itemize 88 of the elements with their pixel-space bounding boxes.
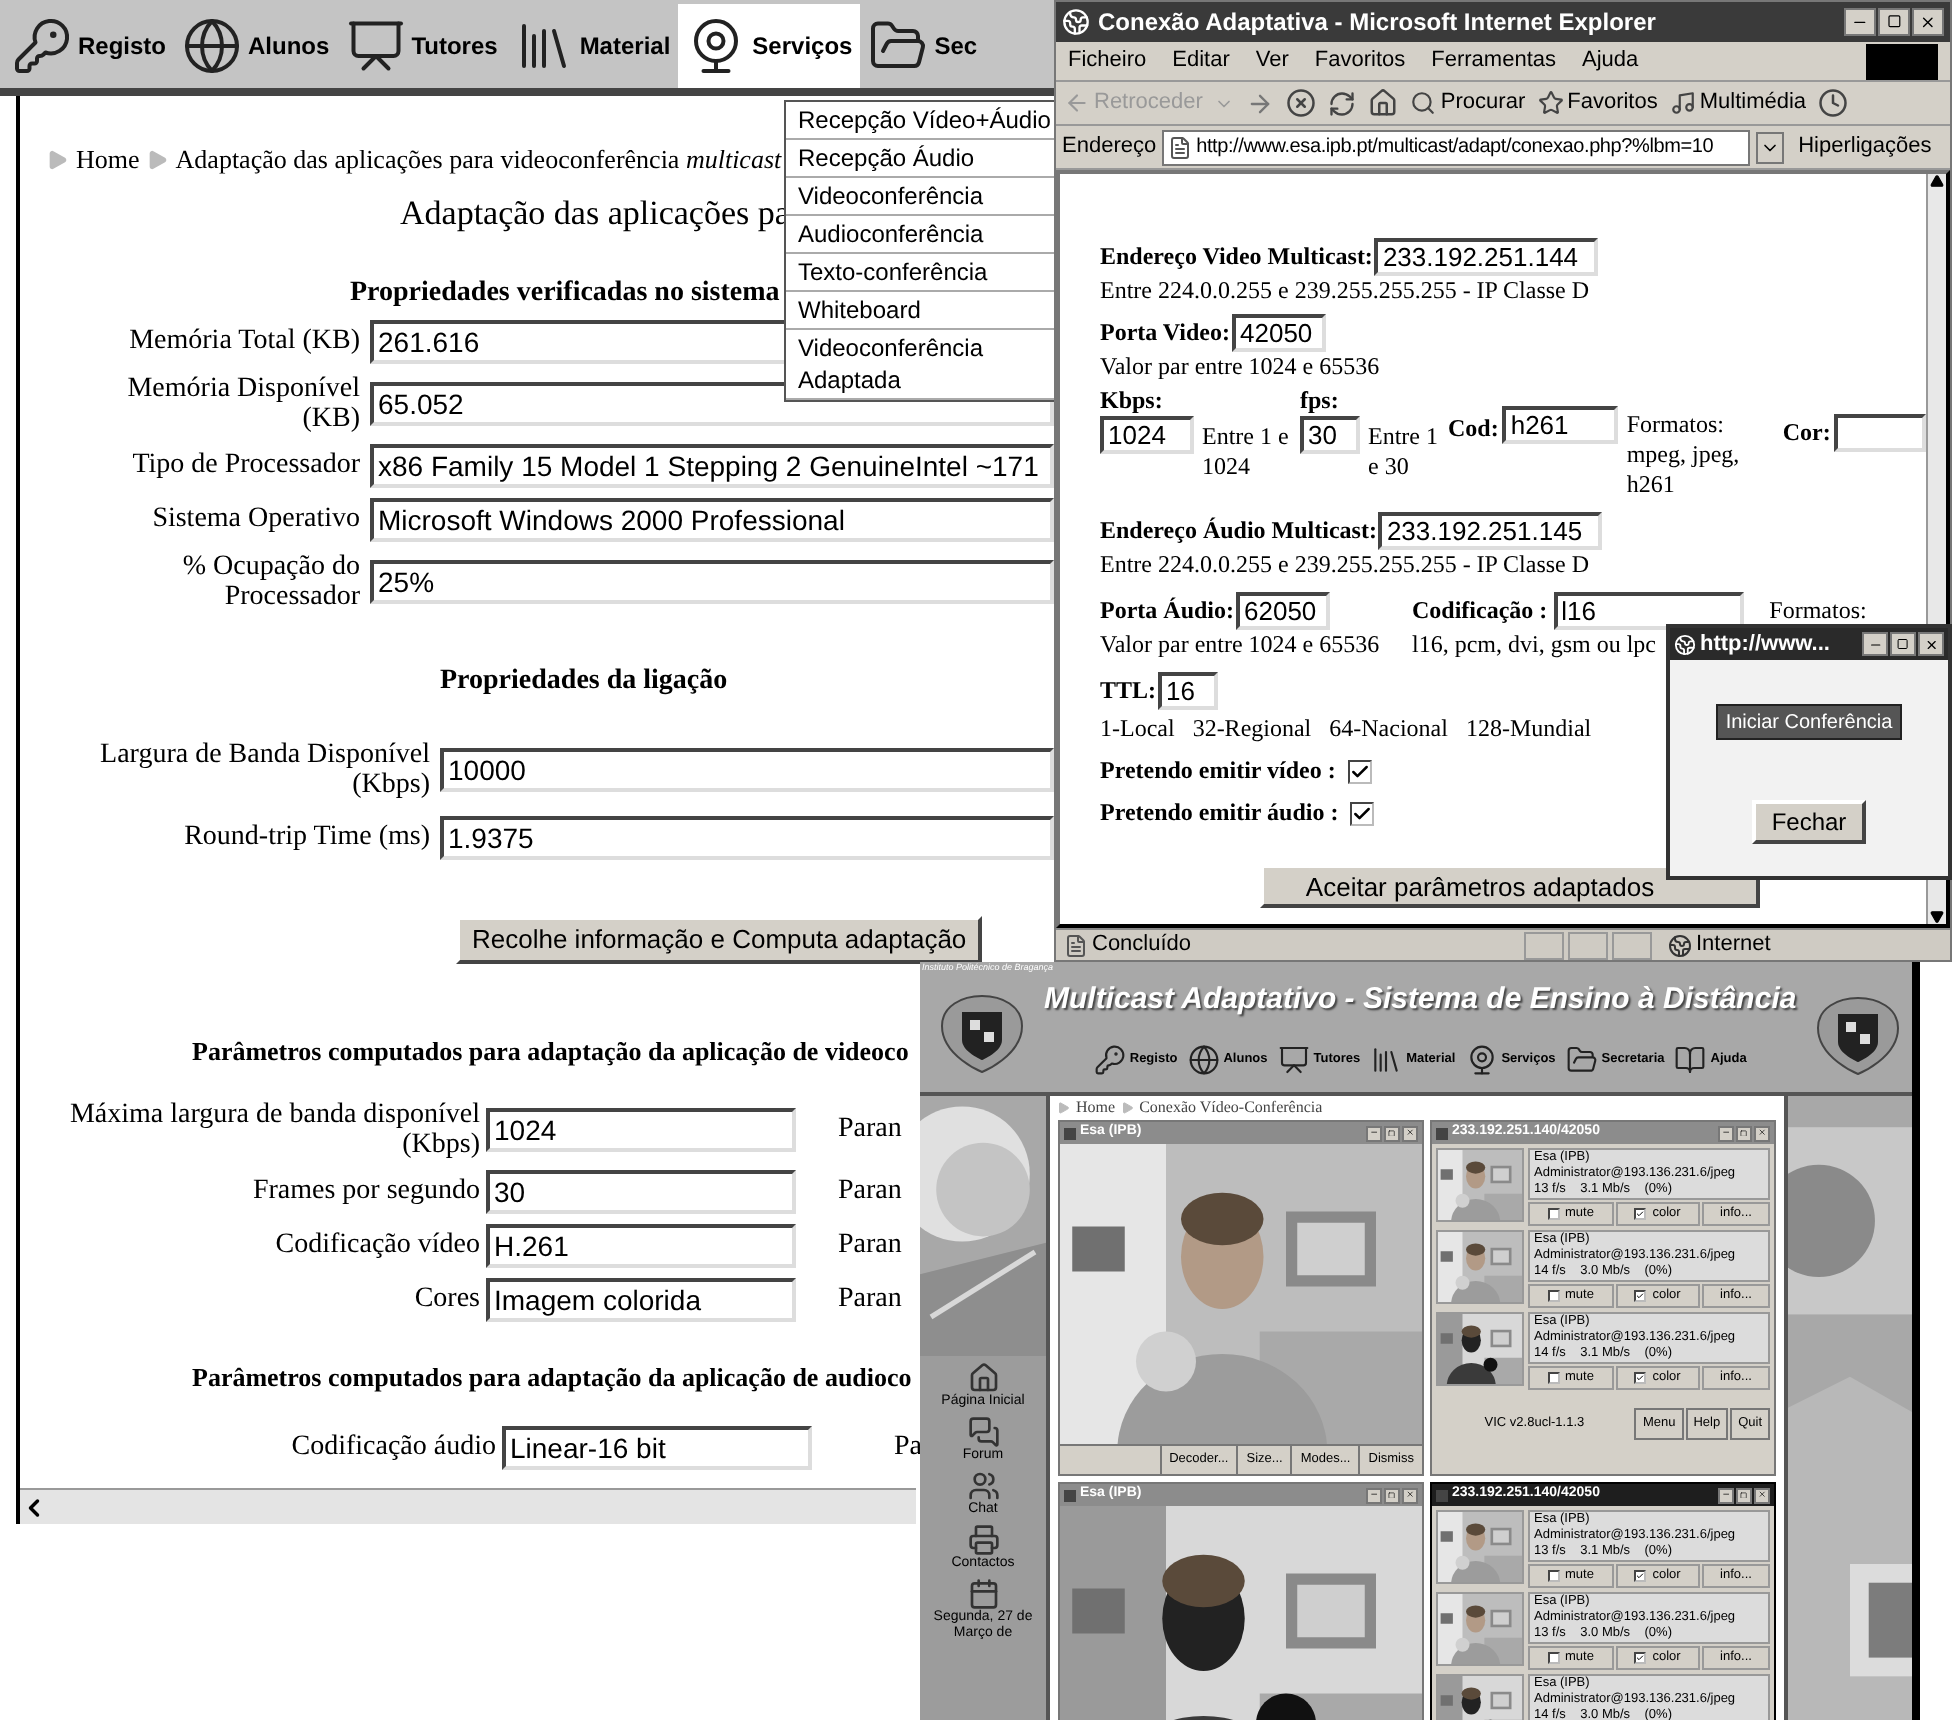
menu-item[interactable]: Ficheiro — [1068, 44, 1147, 78]
breadcrumb-link[interactable]: Home — [1076, 1096, 1116, 1120]
section-heading: Propriedades da ligação — [440, 665, 728, 695]
menu-item[interactable]: Ferramentas — [1431, 44, 1556, 78]
toolbar-button[interactable]: Multimédia — [1669, 86, 1807, 120]
breadcrumb-link[interactable]: Home — [76, 140, 140, 179]
field-label: Pa — [894, 1430, 922, 1467]
field-label: Round-trip Time (ms) — [182, 822, 430, 852]
menu-item[interactable]: Ver — [1255, 44, 1289, 78]
field-label: Paran — [838, 1112, 902, 1149]
field-label: Porta Video: — [1100, 318, 1230, 348]
address-label: Endereço — [1062, 132, 1157, 163]
nav-tab[interactable]: Serviços — [678, 4, 861, 88]
toolbar-button[interactable]: Favoritos — [1537, 86, 1658, 120]
hint-text: l16, pcm, dvi, gsm ou lpc — [1412, 630, 1656, 660]
hint-text: Valor par entre 1024 e 65536 — [1100, 630, 1382, 660]
input-field[interactable]: Linear-16 bit — [502, 1425, 812, 1470]
field-label: Cores — [412, 1284, 480, 1315]
field-label: Frames por segundo — [250, 1176, 480, 1207]
field-label: Paran — [838, 1174, 902, 1211]
input-field[interactable]: 10000 — [440, 747, 1054, 791]
menu-item[interactable]: Favoritos — [1314, 44, 1406, 78]
field-label: Codificação : — [1412, 596, 1548, 626]
field-label: Paran — [838, 1282, 902, 1319]
input-field[interactable]: 42050 — [1232, 314, 1326, 352]
status-text: Concluído — [1092, 930, 1194, 960]
zone-text: Internet — [1696, 930, 1771, 960]
accept-button[interactable]: Aceitar parâmetros adaptados — [1260, 864, 1760, 908]
window-title: Conexão Adaptativa - Microsoft Internet Explorer — [1098, 6, 1658, 40]
field-label: Paran — [838, 1228, 902, 1265]
checkbox-label: Pretendo emitir áudio : — [1100, 798, 1339, 828]
hint-text: 1-Local 32-Regional 64-Nacional 128-Mundial — [1100, 714, 1592, 744]
section-heading: Propriedades verificadas no sistema — [350, 277, 780, 307]
section-heading: Parâmetros computados para adaptação da aplicação de videoco — [192, 1035, 909, 1066]
breadcrumb-text: Adaptação das aplicações para videoconferência multicast — [175, 142, 782, 178]
menu-item[interactable]: Ajuda — [1582, 44, 1639, 78]
field-label: Cor: — [1782, 418, 1831, 448]
input-field[interactable]: 233.192.251.144 — [1374, 238, 1599, 276]
field-label: Codificação áudio — [289, 1432, 496, 1463]
start-conference-button[interactable]: Iniciar Conferência — [1715, 704, 1903, 740]
section-heading: Parâmetros computados para adaptação da aplicação de audioco — [192, 1361, 912, 1392]
portal-title: Multicast Adaptativo - Sistema de Ensino à Distância — [1044, 980, 1797, 1020]
input-field[interactable]: 62050 — [1236, 592, 1330, 630]
menu-item[interactable]: Editar — [1172, 44, 1230, 78]
input-field[interactable]: 30 — [486, 1169, 796, 1214]
address-field[interactable]: http://www.esa.ipb.pt/multicast/adapt/conexao.php?%lbm=10 — [1162, 129, 1751, 165]
links-label[interactable]: Hiperligações — [1798, 130, 1932, 164]
field-label: Endereço Video Multicast: — [1100, 242, 1373, 272]
hint-text: Formatos: — [1769, 596, 1867, 626]
field-label: TTL: — [1100, 676, 1157, 706]
input-field[interactable]: h261 — [1502, 406, 1619, 444]
hint-text: Entre 1 e 30 — [1368, 422, 1440, 482]
breadcrumb-text: Conexão Vídeo-Conferência — [1139, 1096, 1323, 1120]
checkbox-label: Pretendo emitir vídeo : — [1100, 756, 1336, 786]
field-label: Memória Disponível (KB) — [125, 373, 360, 433]
field-label: Kbps: — [1100, 386, 1165, 416]
field-label: Memória Total (KB) — [127, 326, 360, 356]
input-field[interactable]: 16 — [1158, 672, 1219, 710]
close-popup-button[interactable]: Fechar — [1751, 800, 1867, 844]
field-label: Tipo de Processador — [130, 450, 360, 480]
input-field[interactable]: 1024 — [1100, 416, 1194, 454]
window-title: http://www... — [1700, 629, 1832, 660]
field-label: Porta Áudio: — [1100, 596, 1234, 626]
hint-text: Valor par entre 1024 e 65536 — [1100, 352, 1382, 382]
input-field[interactable]: x86 Family 15 Model 1 Stepping 2 GenuineIntel ~171 — [370, 443, 1054, 487]
toolbar-button[interactable]: Procurar — [1410, 86, 1526, 120]
input-field[interactable]: H.261 — [486, 1223, 796, 1268]
field-label: Cod: — [1448, 414, 1499, 444]
input-field[interactable]: 233.192.251.145 — [1378, 512, 1603, 550]
input-field[interactable]: Imagem colorida — [486, 1277, 796, 1322]
input-field[interactable]: 1.9375 — [440, 815, 1054, 859]
field-label: Largura de Banda Disponível (Kbps) — [98, 739, 430, 799]
hint-text: Entre 224.0.0.255 e 239.255.255.255 - IP Classe D — [1100, 276, 1592, 306]
field-label: fps: — [1300, 386, 1341, 416]
input-field[interactable]: 1024 — [486, 1107, 796, 1152]
hint-text: Formatos: mpeg, jpeg, h261 — [1626, 410, 1742, 500]
input-field[interactable]: l16 — [1553, 592, 1744, 630]
input-field[interactable]: 30 — [1300, 416, 1360, 454]
input-field[interactable]: Microsoft Windows 2000 Professional — [370, 497, 1054, 541]
input-field[interactable]: 25% — [370, 559, 1054, 603]
field-label: Sistema Operativo — [150, 504, 360, 534]
field-label: Máxima largura de banda disponível (Kbps) — [67, 1099, 480, 1160]
hint-text: Entre 1 e 1024 — [1202, 422, 1290, 482]
field-label: Endereço Áudio Multicast: — [1100, 516, 1377, 546]
compute-button[interactable]: Recolhe informação e Computa adaptação — [456, 915, 983, 963]
field-label: Codificação vídeo — [273, 1230, 480, 1261]
hint-text: Entre 224.0.0.255 e 239.255.255.255 - IP Classe D — [1100, 550, 1592, 580]
field-label: % Ocupação do Processador — [180, 551, 360, 611]
